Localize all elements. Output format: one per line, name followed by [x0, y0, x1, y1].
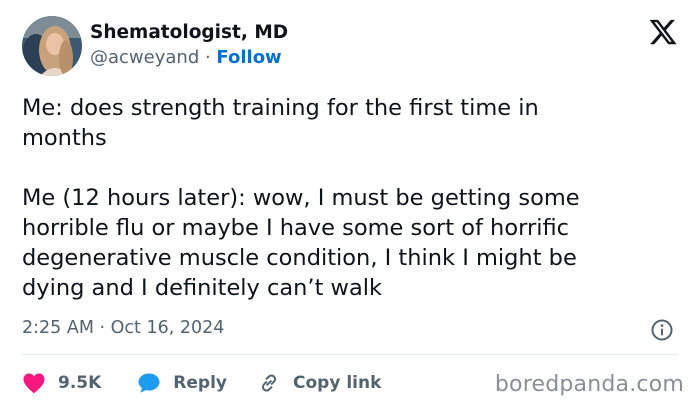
author-names: Shematologist, MD @acweyand · Follow: [90, 21, 288, 70]
handle-line: @acweyand · Follow: [90, 46, 288, 70]
timestamp[interactable]: 2:25 AM · Oct 16, 2024: [22, 318, 224, 338]
like-count: 9.5K: [58, 373, 102, 393]
separator: ·: [199, 46, 217, 68]
copy-link-button[interactable]: Copy link: [257, 371, 381, 395]
heart-icon: [23, 373, 45, 394]
handle[interactable]: @acweyand: [90, 47, 199, 68]
tweet-card: Shematologist, MD @acweyand · Follow Me:…: [0, 0, 700, 410]
reply-label: Reply: [173, 373, 227, 393]
tweet-text: Me: does strength training for the first…: [22, 95, 580, 301]
copy-link-label: Copy link: [293, 373, 382, 393]
info-icon[interactable]: [650, 318, 674, 342]
avatar[interactable]: [22, 16, 82, 76]
display-name[interactable]: Shematologist, MD: [90, 21, 288, 45]
action-bar: 9.5K Reply Copy link: [22, 367, 381, 399]
follow-button[interactable]: Follow: [216, 47, 281, 68]
speech-bubble-icon: [138, 373, 160, 393]
reply-button[interactable]: Reply: [137, 372, 227, 394]
x-logo-icon[interactable]: [648, 17, 678, 47]
tweet-header: Shematologist, MD @acweyand · Follow: [22, 16, 288, 76]
divider: [22, 354, 678, 355]
like-button[interactable]: 9.5K: [22, 372, 101, 394]
link-icon: [261, 374, 277, 392]
watermark: boredpanda.com: [494, 372, 684, 397]
